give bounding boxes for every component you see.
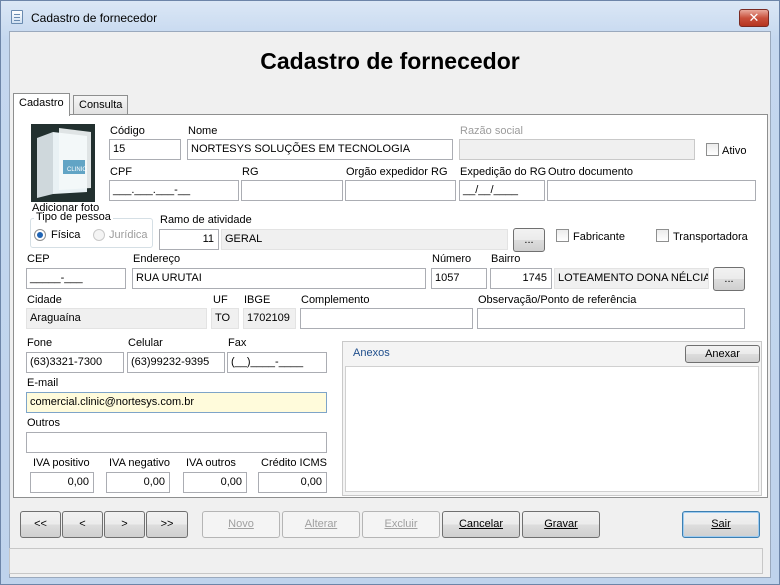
app-window: Cadastro de fornecedor ✕ Cadastro de for… bbox=[0, 0, 780, 585]
excluir-button[interactable]: Excluir bbox=[362, 511, 440, 538]
juridica-radio[interactable] bbox=[93, 229, 105, 241]
prev-record-button[interactable]: < bbox=[62, 511, 103, 538]
ativo-checkbox[interactable] bbox=[706, 143, 719, 156]
cidade-label: Cidade bbox=[27, 294, 62, 306]
sair-button[interactable]: Sair bbox=[682, 511, 760, 538]
last-record-button[interactable]: >> bbox=[146, 511, 188, 538]
cancelar-button[interactable]: Cancelar bbox=[442, 511, 520, 538]
gravar-button[interactable]: Gravar bbox=[522, 511, 600, 538]
supplier-photo[interactable]: CLINIC bbox=[31, 124, 95, 202]
complemento-label: Complemento bbox=[301, 294, 370, 306]
window-title: Cadastro de fornecedor bbox=[31, 11, 158, 25]
juridica-label: Jurídica bbox=[109, 229, 148, 241]
uf-input: TO bbox=[211, 308, 239, 329]
anexar-button[interactable]: Anexar bbox=[685, 345, 760, 363]
cadastro-panel: CLINIC Adicionar foto Código 15 Nome NOR… bbox=[13, 114, 768, 498]
cpf-input[interactable]: ___.___.___-__ bbox=[109, 180, 239, 201]
razao-social-input bbox=[459, 139, 695, 160]
fisica-radio[interactable] bbox=[34, 229, 46, 241]
iva-negativo-label: IVA negativo bbox=[109, 457, 170, 469]
iva-negativo-input[interactable]: 0,00 bbox=[106, 472, 170, 493]
orgao-expedidor-input[interactable] bbox=[345, 180, 456, 201]
close-button[interactable]: ✕ bbox=[739, 9, 769, 27]
expedicao-rg-label: Expedição do RG bbox=[460, 166, 547, 178]
razao-social-label: Razão social bbox=[460, 125, 523, 137]
ramo-atividade-lookup-button[interactable]: ... bbox=[513, 228, 545, 252]
endereco-label: Endereço bbox=[133, 253, 181, 265]
novo-button[interactable]: Novo bbox=[202, 511, 280, 538]
tab-cadastro[interactable]: Cadastro bbox=[13, 93, 70, 116]
first-record-button[interactable]: << bbox=[20, 511, 61, 538]
iva-positivo-input[interactable]: 0,00 bbox=[30, 472, 94, 493]
nome-label: Nome bbox=[188, 125, 218, 137]
bairro-label: Bairro bbox=[491, 253, 521, 265]
endereco-input[interactable]: RUA URUTAI bbox=[132, 268, 426, 289]
celular-input[interactable]: (63)99232-9395 bbox=[127, 352, 225, 373]
codigo-input[interactable]: 15 bbox=[109, 139, 181, 160]
title-bar: Cadastro de fornecedor ✕ bbox=[1, 1, 779, 31]
ibge-input: 1702109 bbox=[243, 308, 296, 329]
numero-input[interactable]: 1057 bbox=[431, 268, 487, 289]
outros-label: Outros bbox=[27, 417, 61, 429]
outro-documento-input[interactable] bbox=[547, 180, 756, 201]
iva-outros-label: IVA outros bbox=[186, 457, 236, 469]
fax-input[interactable]: (__)____-____ bbox=[227, 352, 327, 373]
outros-input[interactable] bbox=[26, 432, 327, 453]
rg-label: RG bbox=[242, 166, 259, 178]
observacao-input[interactable] bbox=[477, 308, 745, 329]
tipo-pessoa-legend: Tipo de pessoa bbox=[34, 211, 113, 223]
status-bar bbox=[9, 548, 763, 574]
bairro-code-input[interactable]: 1745 bbox=[490, 268, 552, 289]
ativo-label: Ativo bbox=[722, 145, 747, 157]
ramo-atividade-label: Ramo de atividade bbox=[160, 214, 252, 226]
anexos-list[interactable] bbox=[345, 366, 759, 492]
fone-label: Fone bbox=[27, 337, 53, 349]
transportadora-label: Transportadora bbox=[673, 231, 748, 243]
bairro-lookup-button[interactable]: ... bbox=[713, 267, 745, 291]
alterar-button[interactable]: Alterar bbox=[282, 511, 360, 538]
email-label: E-mail bbox=[27, 377, 59, 389]
form-client-area: Cadastro de fornecedor Cadastro Consulta… bbox=[9, 31, 771, 578]
tab-consulta[interactable]: Consulta bbox=[73, 95, 129, 115]
document-icon bbox=[11, 10, 23, 24]
cep-label: CEP bbox=[27, 253, 50, 265]
observacao-label: Observação/Ponto de referência bbox=[478, 294, 637, 306]
anexos-panel: Anexos Anexar bbox=[342, 341, 762, 496]
iva-positivo-label: IVA positivo bbox=[33, 457, 90, 469]
tipo-pessoa-group: Tipo de pessoa Física Jurídica bbox=[30, 211, 153, 248]
credito-icms-input[interactable]: 0,00 bbox=[258, 472, 327, 493]
credito-icms-label: Crédito ICMS bbox=[261, 457, 328, 469]
anexos-title: Anexos bbox=[353, 347, 390, 359]
page-title: Cadastro de fornecedor bbox=[260, 48, 520, 74]
fabricante-checkbox[interactable] bbox=[556, 229, 569, 242]
outro-documento-label: Outro documento bbox=[548, 166, 633, 178]
product-box-image: CLINIC bbox=[31, 124, 95, 202]
fone-input[interactable]: (63)3321-7300 bbox=[26, 352, 124, 373]
rg-input[interactable] bbox=[241, 180, 343, 201]
codigo-label: Código bbox=[110, 125, 145, 137]
next-record-button[interactable]: > bbox=[104, 511, 145, 538]
iva-outros-input[interactable]: 0,00 bbox=[183, 472, 247, 493]
uf-label: UF bbox=[213, 294, 228, 306]
nome-input[interactable]: NORTESYS SOLUÇÕES EM TECNOLOGIA bbox=[187, 139, 453, 160]
expedicao-rg-input[interactable]: __/__/____ bbox=[459, 180, 545, 201]
orgao-expedidor-label: Orgão expedidor RG bbox=[346, 166, 448, 178]
fax-label: Fax bbox=[228, 337, 247, 349]
cidade-input: Araguaína bbox=[26, 308, 207, 329]
box-brand-text: CLINIC bbox=[67, 167, 87, 173]
cpf-label: CPF bbox=[110, 166, 132, 178]
fabricante-label: Fabricante bbox=[573, 231, 625, 243]
email-input[interactable]: comercial.clinic@nortesys.com.br bbox=[26, 392, 327, 413]
ibge-label: IBGE bbox=[244, 294, 271, 306]
celular-label: Celular bbox=[128, 337, 163, 349]
bairro-desc: LOTEAMENTO DONA NÉLCIA bbox=[554, 268, 709, 289]
numero-label: Número bbox=[432, 253, 472, 265]
fisica-label: Física bbox=[51, 229, 81, 241]
ramo-atividade-code-input[interactable]: 11 bbox=[159, 229, 219, 250]
cep-input[interactable]: _____-___ bbox=[26, 268, 126, 289]
transportadora-checkbox[interactable] bbox=[656, 229, 669, 242]
complemento-input[interactable] bbox=[300, 308, 473, 329]
ramo-atividade-desc: GERAL bbox=[221, 229, 508, 250]
